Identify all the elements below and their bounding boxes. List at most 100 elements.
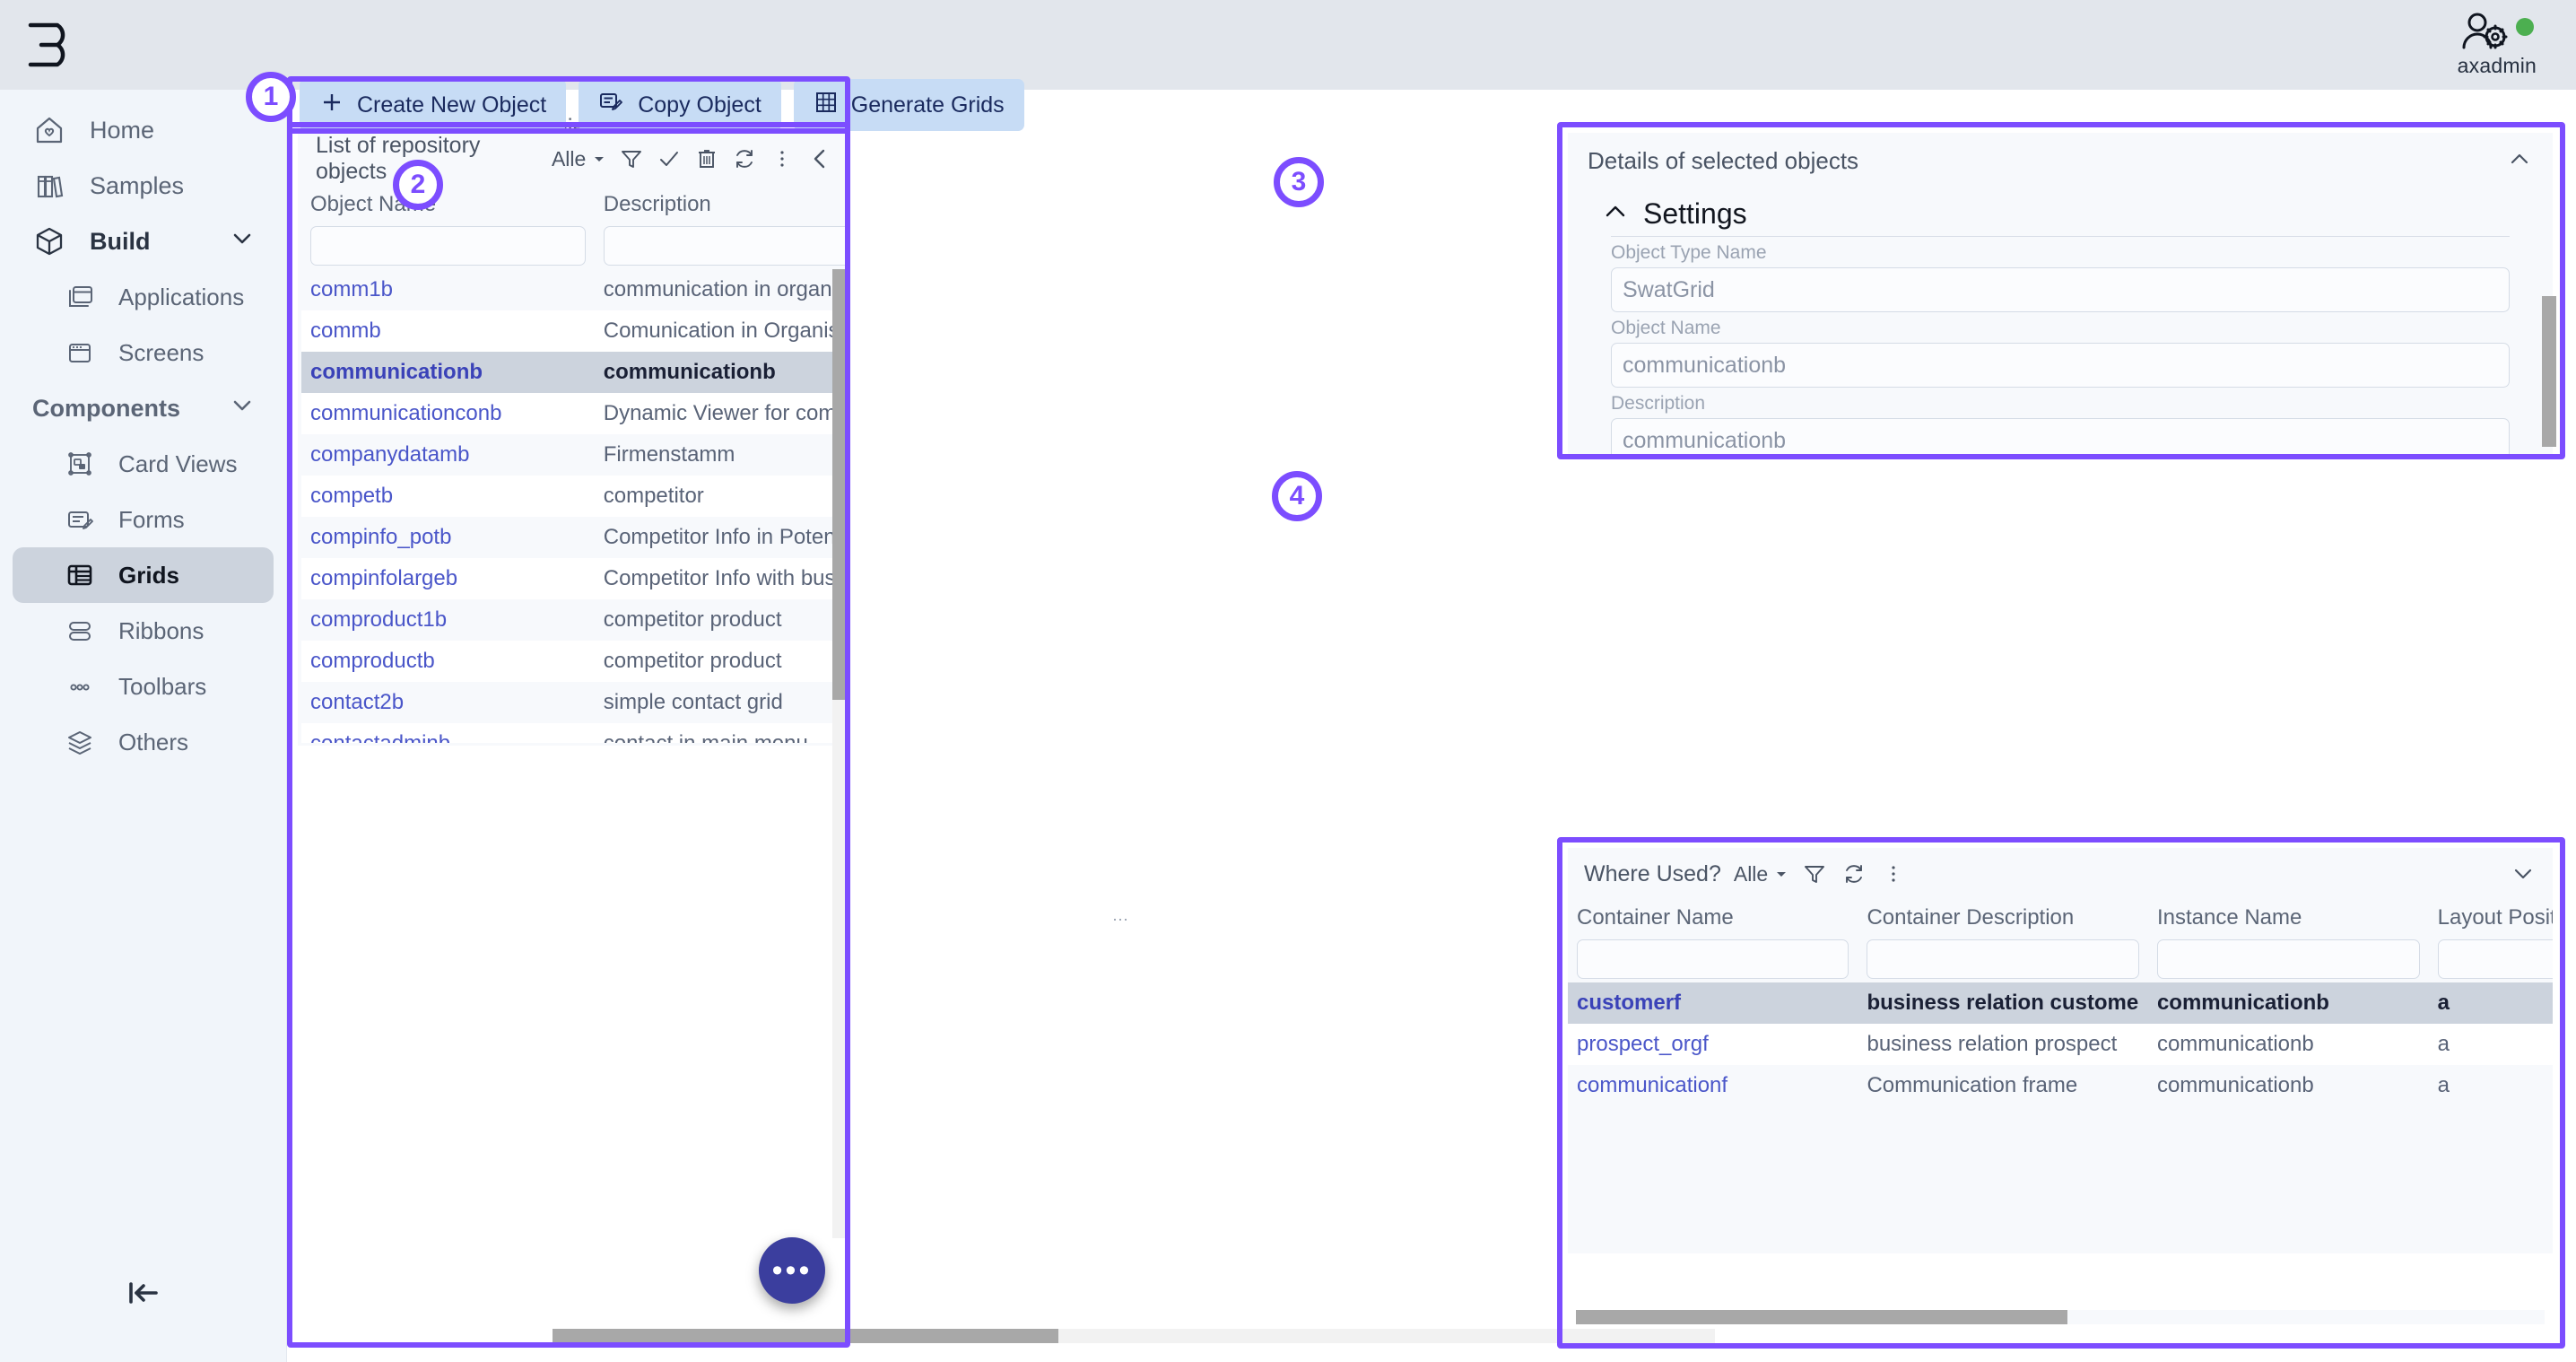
sidebar-item-forms[interactable]: Forms: [13, 492, 274, 547]
table-row[interactable]: competbcompetitorbaseSw: [301, 476, 847, 517]
description-input[interactable]: communicationb: [1611, 418, 2510, 454]
chevron-up-icon[interactable]: [1602, 198, 1629, 230]
user-name: axadmin: [2457, 54, 2537, 77]
cell-instance-name: communicationb: [2147, 1065, 2429, 1106]
table-row[interactable]: customerf business relation custome commun…: [1568, 982, 2553, 1024]
list-vertical-scroll-thumb[interactable]: [832, 269, 847, 700]
refresh-icon[interactable]: [732, 145, 757, 172]
table-row[interactable]: compinfo_potb Competitor Info in Potentia…: [301, 517, 847, 558]
filter-instance-name[interactable]: [2156, 939, 2420, 979]
chevron-down-icon[interactable]: [2510, 860, 2537, 887]
floating-action-button[interactable]: •••: [759, 1237, 825, 1304]
details-vertical-scrollbar[interactable]: [2542, 296, 2556, 447]
where-scope-select[interactable]: Alle: [1734, 862, 1788, 886]
list-horizontal-scrollbar[interactable]: [553, 1329, 1715, 1343]
field-object-type-name: Object Type Name SwatGrid: [1568, 237, 2553, 312]
sidebar-section-components[interactable]: Components: [13, 380, 274, 436]
table-filter-row: ✕: [301, 221, 847, 269]
where-used-horizontal-scrollbar[interactable]: [1576, 1310, 2545, 1324]
annotation-badge-1: 1: [246, 72, 296, 122]
filter-container-description[interactable]: [1867, 939, 2139, 979]
sidebar-item-label: Home: [90, 116, 155, 144]
column-header-layout-position[interactable]: Layout Posit: [2428, 900, 2553, 934]
more-vertical-icon[interactable]: [1880, 860, 1907, 887]
details-vertical-scroll-thumb[interactable]: [2542, 296, 2556, 447]
generate-grids-button[interactable]: Generate Grids: [793, 79, 1024, 131]
funnel-filter-icon[interactable]: [1801, 860, 1828, 887]
table-row[interactable]: compinfolargeb Competitor Info with busre…: [301, 558, 847, 599]
cell-container-description: business relation custome: [1858, 982, 2148, 1024]
sidebar-item-applications[interactable]: Applications: [13, 269, 274, 325]
sidebar-section-label: Components: [32, 394, 180, 422]
list-vertical-scrollbar[interactable]: [832, 269, 847, 1238]
sidebar-item-others[interactable]: Others: [13, 714, 274, 770]
dots-three-icon: [63, 669, 97, 703]
cell-container-name: communicationf: [1568, 1065, 1858, 1106]
sidebar-item-ribbons[interactable]: Ribbons: [13, 603, 274, 659]
table-row[interactable]: contact2bsimple contact gridbaseSw: [301, 682, 847, 723]
table-row[interactable]: communicationconbDynamic Viewer for comm…: [301, 393, 847, 434]
table-row[interactable]: comm1bcommunication in organisationbaseS…: [301, 269, 847, 310]
cell-object-name: comproduct1b: [301, 599, 595, 641]
refresh-icon[interactable]: [1841, 860, 1867, 887]
filter-object-name[interactable]: [310, 226, 586, 266]
table-row[interactable]: contactadminbcontact in main menubaseSw: [301, 723, 847, 743]
settings-section-header[interactable]: Settings: [1568, 188, 2553, 231]
cell-object-name: competb: [301, 476, 595, 517]
column-header-container-name[interactable]: Container Name: [1568, 900, 1858, 934]
user-area[interactable]: axadmin: [2458, 12, 2537, 78]
more-horizontal-icon: •••: [771, 1253, 813, 1288]
object-toolbar: Create New Object Copy Object Generate G…: [300, 79, 1024, 131]
plus-icon: [319, 90, 344, 121]
where-scope-value: Alle: [1733, 861, 1769, 886]
check-icon[interactable]: [657, 145, 682, 172]
sidebar-item-screens[interactable]: Screens: [13, 325, 274, 380]
card-view-icon: [63, 447, 97, 481]
column-header-description[interactable]: Description: [594, 187, 847, 221]
more-vertical-icon[interactable]: [770, 145, 795, 172]
sidebar-item-toolbars[interactable]: Toolbars: [13, 659, 274, 714]
table-row[interactable]: commbComunication in OrganisationbaseSw: [301, 310, 847, 352]
table-row[interactable]: comproduct1bcompetitor productbaseSw: [301, 599, 847, 641]
chevron-left-icon[interactable]: [807, 145, 832, 172]
filter-container-name[interactable]: [1577, 939, 1849, 979]
trash-icon[interactable]: [694, 145, 719, 172]
chevron-up-icon[interactable]: [2506, 145, 2533, 177]
column-header-container-description[interactable]: Container Description: [1858, 900, 2148, 934]
table-row[interactable]: communicationf Communication frame communi…: [1568, 1065, 2553, 1106]
sidebar-item-label: Screens: [118, 338, 205, 366]
sidebar-item-home[interactable]: Home: [13, 102, 274, 158]
table-row[interactable]: communicationbcommunicationbbaseSw: [301, 352, 847, 393]
panel-resize-grip[interactable]: ⋯: [1112, 911, 1148, 930]
list-scope-value: Alle: [551, 146, 587, 170]
filter-layout-position[interactable]: [2437, 939, 2553, 979]
collapse-sidebar-button[interactable]: [0, 1277, 287, 1314]
user-settings-icon[interactable]: [2460, 12, 2509, 53]
funnel-filter-icon[interactable]: [619, 145, 644, 172]
cell-object-name: companydatamb: [301, 434, 595, 476]
copy-object-button[interactable]: Copy Object: [579, 79, 781, 131]
table-row[interactable]: companydatambFirmenstammbaseSw: [301, 434, 847, 476]
sidebar-item-grids[interactable]: Grids: [13, 547, 274, 603]
object-name-input[interactable]: communicationb: [1611, 343, 2510, 388]
where-used-horizontal-scroll-thumb[interactable]: [1576, 1310, 2067, 1324]
filter-description[interactable]: [603, 226, 847, 266]
chevron-down-icon[interactable]: [231, 394, 254, 423]
cell-instance-name: communicationb: [2147, 982, 2429, 1024]
sidebar-item-card-views[interactable]: Card Views: [13, 436, 274, 492]
table-row[interactable]: prospect_orgf business relation prospect c…: [1568, 1024, 2553, 1065]
cell-container-name: customerf: [1568, 982, 1858, 1024]
table-row[interactable]: comproductbcompetitor productbaseSw: [301, 641, 847, 682]
list-horizontal-scroll-thumb[interactable]: [553, 1329, 1058, 1343]
cell-container-description: business relation prospect: [1858, 1024, 2148, 1065]
list-scope-select[interactable]: Alle: [552, 147, 606, 171]
cell-object-name: comproductb: [301, 641, 595, 682]
create-new-object-button[interactable]: Create New Object: [300, 79, 567, 131]
chevron-down-icon[interactable]: [231, 227, 254, 257]
brand-e-logo[interactable]: [23, 16, 81, 74]
sidebar-item-samples[interactable]: Samples: [13, 158, 274, 214]
sidebar-item-build[interactable]: Build: [13, 214, 274, 269]
column-header-object-name[interactable]: Object Name: [301, 187, 595, 221]
object-type-name-input[interactable]: SwatGrid: [1611, 267, 2510, 312]
column-header-instance-name[interactable]: Instance Name: [2147, 900, 2429, 934]
